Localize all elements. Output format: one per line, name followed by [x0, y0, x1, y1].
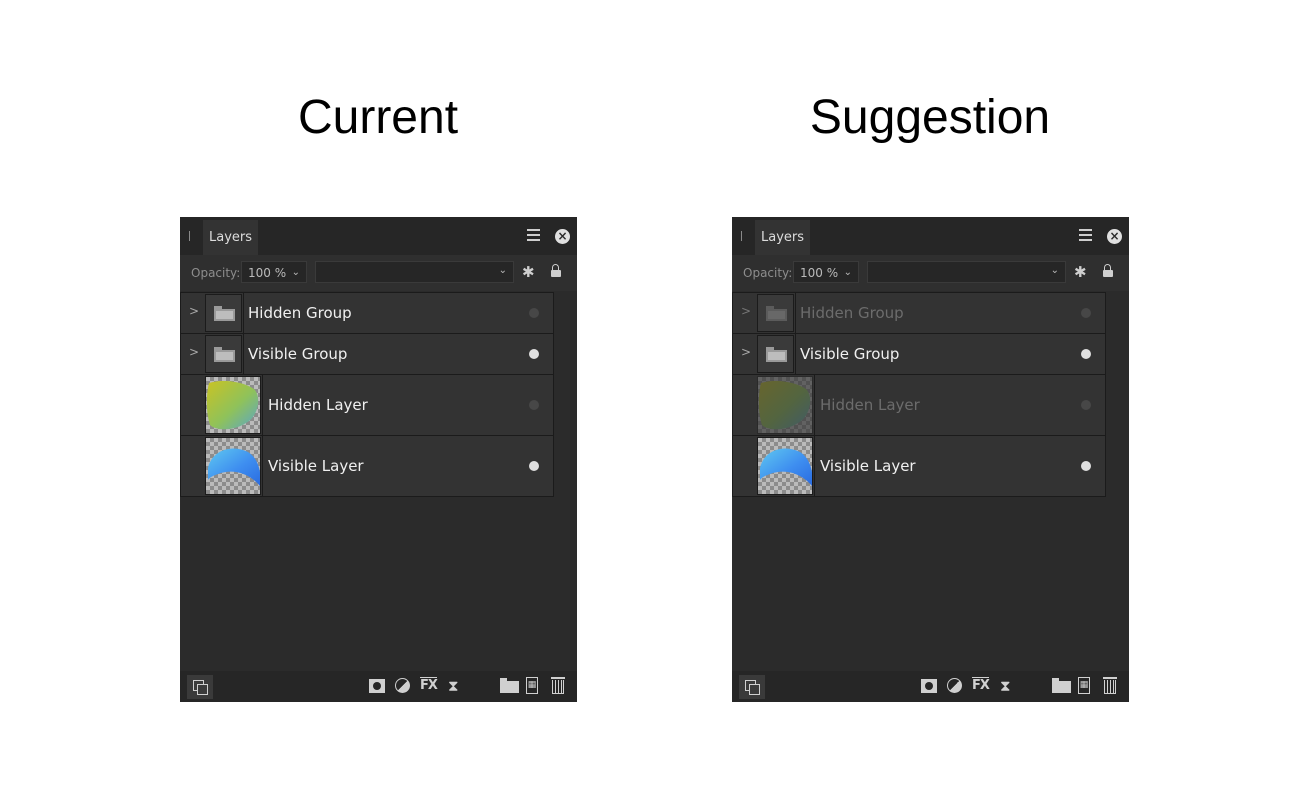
gear-icon[interactable]: ✱: [522, 263, 535, 281]
options-bar: Opacity: 100 % ⌄ ⌄ ✱: [180, 255, 577, 291]
folder-icon: [757, 335, 794, 373]
visibility-toggle-icon[interactable]: [529, 461, 539, 471]
drag-grip-icon[interactable]: [741, 231, 742, 241]
layer-row[interactable]: > Hidden Group: [180, 292, 554, 334]
close-icon[interactable]: ×: [555, 229, 570, 244]
options-bar: Opacity: 100 % ⌄ ⌄ ✱: [732, 255, 1129, 291]
hourglass-icon[interactable]: ⧗: [1000, 677, 1011, 695]
layer-name: Hidden Layer: [820, 396, 920, 414]
gear-icon[interactable]: ✱: [1074, 263, 1087, 281]
folder-icon: [205, 335, 242, 373]
copy-icon[interactable]: [187, 675, 213, 699]
copy-icon[interactable]: [739, 675, 765, 699]
layer-list: > Hidden Group > Visible Group Hidden Layer V…: [732, 292, 1106, 497]
panel-tab-bar: Layers ×: [180, 217, 577, 255]
folder-icon: [757, 294, 794, 332]
fx-icon[interactable]: FX: [972, 677, 990, 693]
layer-row[interactable]: > Visible Group: [180, 334, 554, 375]
opacity-select[interactable]: 100 % ⌄: [793, 261, 859, 283]
caption-suggestion: Suggestion: [809, 91, 1051, 144]
lock-icon[interactable]: [551, 264, 561, 277]
layer-thumbnail: [205, 437, 261, 495]
hamburger-menu-icon[interactable]: [527, 229, 540, 244]
lock-icon[interactable]: [1103, 264, 1113, 277]
layer-thumbnail: [205, 376, 261, 434]
visibility-toggle-icon[interactable]: [1081, 349, 1091, 359]
opacity-label: Opacity:: [743, 266, 793, 280]
opacity-value: 100 %: [248, 266, 287, 280]
chevron-right-icon[interactable]: >: [741, 304, 751, 318]
layer-thumbnail: [757, 376, 813, 434]
visibility-toggle-icon[interactable]: [1081, 308, 1091, 318]
folder-icon: [205, 294, 242, 332]
chevron-down-icon: ⌄: [498, 265, 507, 276]
layer-row[interactable]: > Hidden Group: [732, 292, 1106, 334]
visibility-toggle-icon[interactable]: [529, 400, 539, 410]
layer-name: Visible Layer: [820, 457, 916, 475]
adjustment-icon[interactable]: [947, 678, 962, 693]
layer-name: Visible Group: [800, 345, 900, 363]
visibility-toggle-icon[interactable]: [529, 349, 539, 359]
visibility-toggle-icon[interactable]: [1081, 400, 1091, 410]
opacity-value: 100 %: [800, 266, 839, 280]
pixel-layer-icon[interactable]: ▦: [1078, 677, 1090, 694]
layer-name: Visible Layer: [268, 457, 364, 475]
chevron-right-icon[interactable]: >: [189, 345, 199, 359]
layers-panel-current: Layers × Opacity: 100 % ⌄ ⌄ ✱ > Hidden Gro…: [180, 217, 577, 702]
folder-icon[interactable]: [1052, 678, 1071, 693]
layer-thumbnail: [757, 437, 813, 495]
hourglass-icon[interactable]: ⧗: [448, 677, 459, 695]
layer-name: Hidden Group: [248, 304, 352, 322]
layers-panel-suggestion: Layers × Opacity: 100 % ⌄ ⌄ ✱ > Hidden Gro…: [732, 217, 1129, 702]
drag-grip-icon[interactable]: [189, 231, 190, 241]
close-icon[interactable]: ×: [1107, 229, 1122, 244]
chevron-right-icon[interactable]: >: [189, 304, 199, 318]
layer-row[interactable]: Visible Layer: [180, 436, 554, 497]
caption-current: Current: [297, 91, 459, 144]
layer-name: Hidden Group: [800, 304, 904, 322]
layer-row[interactable]: Hidden Layer: [732, 375, 1106, 436]
trash-icon[interactable]: [1103, 677, 1117, 694]
opacity-select[interactable]: 100 % ⌄: [241, 261, 307, 283]
chevron-down-icon: ⌄: [1050, 265, 1059, 276]
blend-mode-select[interactable]: ⌄: [315, 261, 514, 283]
panel-tab-bar: Layers ×: [732, 217, 1129, 255]
mask-icon[interactable]: [921, 679, 937, 693]
tab-layers[interactable]: Layers: [755, 220, 811, 255]
visibility-toggle-icon[interactable]: [1081, 461, 1091, 471]
tab-layers[interactable]: Layers: [203, 220, 259, 255]
folder-icon[interactable]: [500, 678, 519, 693]
adjustment-icon[interactable]: [395, 678, 410, 693]
chevron-down-icon: ⌄: [843, 267, 852, 278]
panel-bottom-toolbar: FX ⧗ ▦: [180, 671, 577, 702]
layer-row[interactable]: > Visible Group: [732, 334, 1106, 375]
panel-bottom-toolbar: FX ⧗ ▦: [732, 671, 1129, 702]
layer-name: Hidden Layer: [268, 396, 368, 414]
trash-icon[interactable]: [551, 677, 565, 694]
pixel-layer-icon[interactable]: ▦: [526, 677, 538, 694]
layer-name: Visible Group: [248, 345, 348, 363]
hamburger-menu-icon[interactable]: [1079, 229, 1092, 244]
layer-row[interactable]: Visible Layer: [732, 436, 1106, 497]
mask-icon[interactable]: [369, 679, 385, 693]
blend-mode-select[interactable]: ⌄: [867, 261, 1066, 283]
visibility-toggle-icon[interactable]: [529, 308, 539, 318]
chevron-down-icon: ⌄: [291, 267, 300, 278]
fx-icon[interactable]: FX: [420, 677, 438, 693]
layer-list: > Hidden Group > Visible Group Hidden Layer V…: [180, 292, 554, 497]
layer-row[interactable]: Hidden Layer: [180, 375, 554, 436]
chevron-right-icon[interactable]: >: [741, 345, 751, 359]
opacity-label: Opacity:: [191, 266, 241, 280]
